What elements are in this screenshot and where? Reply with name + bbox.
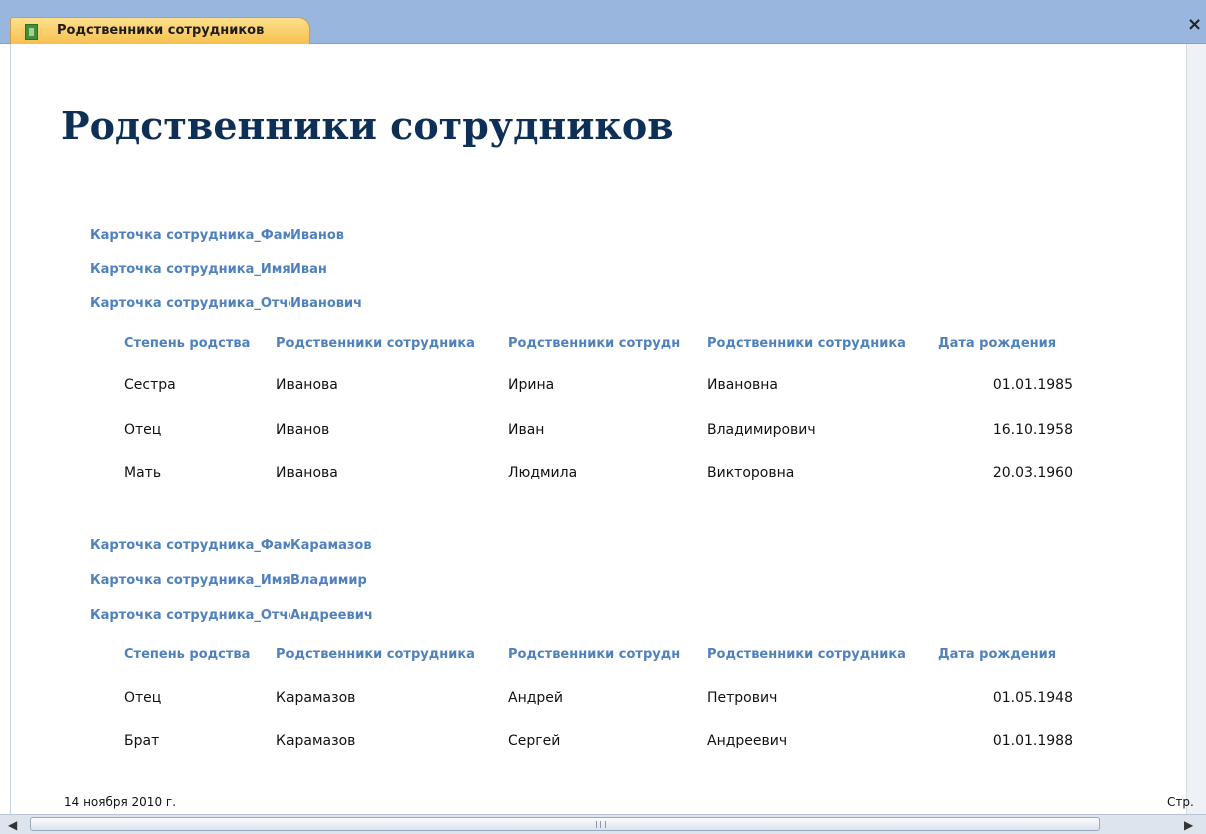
group-field-patronymic: Карточка сотрудника_ОтчествоАндреевич [90, 608, 373, 623]
field-value: Иванович [290, 296, 363, 311]
field-label: Карточка сотрудника_Имя [90, 573, 290, 588]
column-header-patronymic: Родственники сотрудника [707, 647, 906, 662]
cell-name: Иван [508, 422, 545, 438]
document-tab-bar: Родственники сотрудников × [0, 0, 1206, 44]
cell-patronymic: Петрович [707, 690, 778, 706]
group-field-patronymic: Карточка сотрудника_ОтчествоИванович [90, 296, 362, 311]
cell-birthdate: 01.05.1948 [992, 690, 1073, 706]
cell-patronymic: Владимирович [707, 422, 816, 438]
field-value: Карамазов [290, 538, 372, 553]
column-header-relation: Степень родства [124, 647, 251, 662]
scrollbar-thumb[interactable] [30, 817, 1100, 831]
field-label: Карточка сотрудника_Имя [90, 262, 290, 277]
scrollbar-grip-icon [596, 821, 606, 828]
group-field-surname: Карточка сотрудника_ФамилияКарамазов [90, 538, 372, 553]
field-value: Андреевич [290, 608, 373, 623]
cell-relation: Отец [124, 690, 162, 706]
scroll-left-arrow-icon[interactable]: ◀ [8, 818, 17, 832]
vertical-scrollbar[interactable] [1186, 44, 1206, 814]
cell-patronymic: Андреевич [707, 733, 788, 749]
field-value: Иван [290, 262, 327, 277]
cell-birthdate: 01.01.1985 [992, 377, 1073, 393]
column-header-patronymic: Родственники сотрудника [707, 336, 906, 351]
footer-page-number: Стр. [1167, 795, 1194, 809]
report-title: Родственники сотрудников [61, 103, 674, 148]
scroll-right-arrow-icon[interactable]: ▶ [1184, 818, 1193, 832]
column-header-name: Родственники сотрудн [508, 647, 681, 662]
field-value: Владимир [290, 573, 367, 588]
column-header-birthdate: Дата рождения [938, 647, 1057, 662]
cell-name: Ирина [508, 377, 555, 393]
cell-surname: Карамазов [276, 733, 356, 749]
column-header-surname: Родственники сотрудника [276, 647, 475, 662]
horizontal-scrollbar[interactable]: ◀ ▶ [0, 814, 1206, 834]
cell-surname: Иванова [276, 465, 338, 481]
footer-date: 14 ноября 2010 г. [64, 795, 177, 809]
report-tab-label: Родственники сотрудников [57, 23, 265, 38]
cell-surname: Карамазов [276, 690, 356, 706]
group-field-surname: Карточка сотрудника_ФамилияИванов [90, 228, 344, 243]
cell-birthdate: 16.10.1958 [992, 422, 1073, 438]
field-label: Карточка сотрудника_Фамилия [90, 538, 290, 553]
report-icon [25, 24, 38, 40]
cell-surname: Иванов [276, 422, 330, 438]
report-tab[interactable]: Родственники сотрудников [10, 17, 310, 44]
cell-relation: Брат [124, 733, 160, 749]
field-label: Карточка сотрудника_Отчество [90, 608, 290, 623]
cell-birthdate: 01.01.1988 [992, 733, 1073, 749]
field-label: Карточка сотрудника_Фамилия [90, 228, 290, 243]
column-header-surname: Родственники сотрудника [276, 336, 475, 351]
cell-name: Андрей [508, 690, 564, 706]
cell-relation: Сестра [124, 377, 176, 393]
column-header-birthdate: Дата рождения [938, 336, 1057, 351]
cell-birthdate: 20.03.1960 [992, 465, 1073, 481]
close-icon[interactable]: × [1187, 15, 1202, 35]
cell-patronymic: Викторовна [707, 465, 795, 481]
field-label: Карточка сотрудника_Отчество [90, 296, 290, 311]
cell-surname: Иванова [276, 377, 338, 393]
column-header-relation: Степень родства [124, 336, 251, 351]
field-value: Иванов [290, 228, 345, 243]
cell-patronymic: Ивановна [707, 377, 779, 393]
cell-relation: Мать [124, 465, 162, 481]
cell-name: Людмила [508, 465, 578, 481]
group-field-name: Карточка сотрудника_ИмяВладимир [90, 573, 367, 588]
column-header-name: Родственники сотрудн [508, 336, 681, 351]
group-field-name: Карточка сотрудника_ИмяИван [90, 262, 327, 277]
cell-relation: Отец [124, 422, 162, 438]
cell-name: Сергей [508, 733, 561, 749]
